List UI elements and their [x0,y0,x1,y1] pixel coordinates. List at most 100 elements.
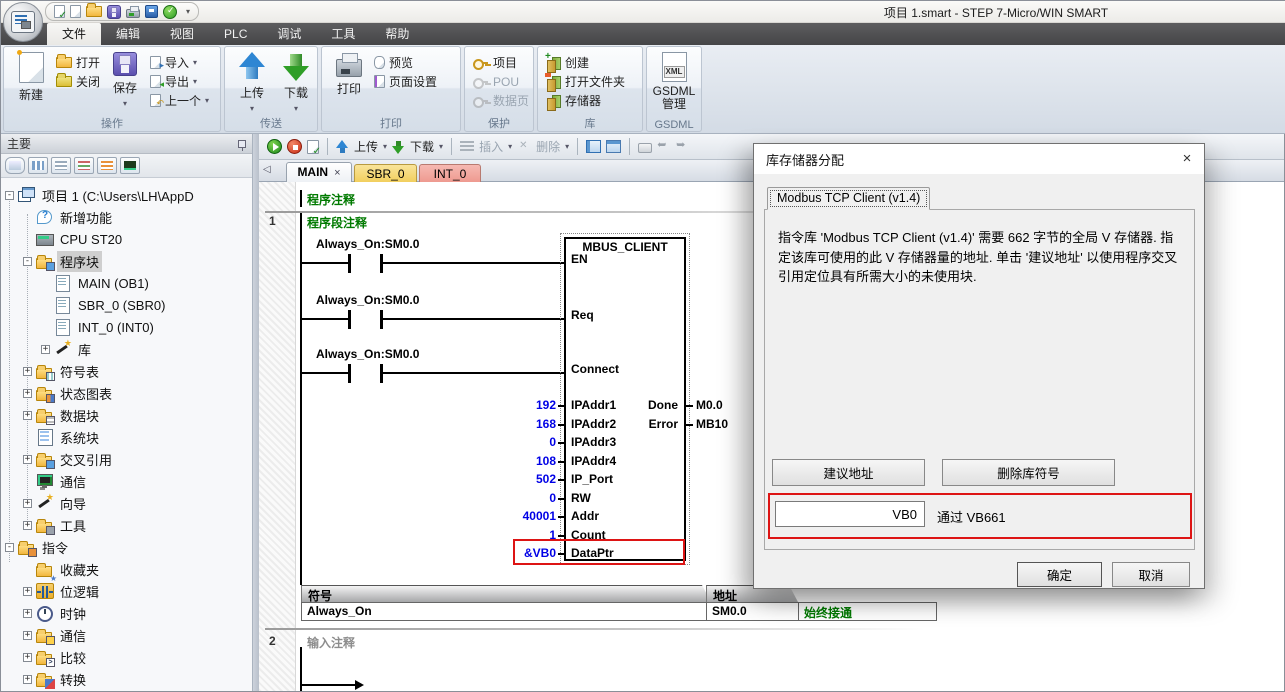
tree-item[interactable]: MAIN (OB1) [41,272,152,294]
contact-operand[interactable]: Always_On:SM0.0 [316,293,419,307]
upload-button[interactable]: 上传 ▾ [230,50,274,115]
view-project-icon[interactable] [5,157,25,174]
qat-customize-icon[interactable]: ▾ [186,7,190,16]
tree-expand-icon[interactable]: + [23,609,32,618]
tree-expand-icon[interactable]: + [23,389,32,398]
tree-item[interactable]: 通信 [23,470,89,492]
upload-icon[interactable] [336,140,349,154]
tree-expand-icon[interactable]: + [41,345,50,354]
tree-expand-icon[interactable]: + [23,367,32,376]
box-tool-icon[interactable] [638,143,652,153]
tree-item[interactable]: SBR_0 (SBR0) [41,294,168,316]
open-folder-icon[interactable] [86,6,102,17]
new-button[interactable]: 新建 [9,50,53,105]
redo-icon[interactable] [676,141,690,153]
info-icon[interactable] [145,5,158,18]
block-pin-value[interactable]: 108 [456,454,556,468]
preview-button[interactable]: 预览 [371,53,440,72]
undo-icon[interactable] [657,141,671,153]
tree-expand-icon[interactable]: + [23,455,32,464]
view-xref-icon[interactable] [97,157,117,174]
new-document-icon[interactable] [70,5,81,18]
network-comment[interactable]: 输入注释 [307,634,355,651]
compile-icon[interactable] [54,5,65,18]
menu-tab[interactable]: 帮助 [370,23,424,45]
block-pin-value[interactable]: 0 [456,491,556,505]
tree-collapse-icon[interactable]: - [23,257,32,266]
tree-expand-icon[interactable]: + [23,587,32,596]
app-menu-button[interactable] [3,2,43,42]
tree-item[interactable]: 系统块 [23,426,102,448]
tree-expand-icon[interactable]: + [23,653,32,662]
save-button[interactable]: 保存 ▾ [103,50,147,110]
block-pin-out-value[interactable]: MB10 [696,417,728,431]
pou-overview-icon[interactable] [606,140,621,153]
tree-item[interactable]: +符号表 [23,360,102,382]
tree-item[interactable]: +时钟 [23,602,89,624]
menu-tab[interactable]: 编辑 [101,23,155,45]
stop-icon[interactable] [287,139,302,154]
ok-button[interactable]: 确定 [1017,562,1102,587]
block-pin-out-value[interactable]: M0.0 [696,398,723,412]
export-button[interactable]: 导出▾ [147,72,212,91]
tree-item[interactable]: INT_0 (INT0) [41,316,157,338]
tree-item[interactable]: -项目 1 (C:\Users\LH\AppD [5,184,197,206]
tree-item[interactable]: +转换 [23,668,89,690]
pou-navigate-icon[interactable] [586,140,601,153]
download-button[interactable]: 下载 ▾ [274,50,318,115]
block-pin-value[interactable]: 192 [456,398,556,412]
protect-project-button[interactable]: 项目 [470,53,532,72]
tree-expand-icon[interactable]: + [23,521,32,530]
tree-expand-icon[interactable]: + [23,631,32,640]
download-label[interactable]: 下载 [410,138,434,155]
view-status-icon[interactable] [51,157,71,174]
tree-item[interactable]: 新增功能 [23,206,115,228]
import-button[interactable]: 导入▾ [147,53,212,72]
menu-tab[interactable]: PLC [209,23,262,45]
contact-bar[interactable] [348,364,351,383]
tree-item[interactable]: +库 [41,338,94,360]
suggest-address-button[interactable]: 建议地址 [772,459,925,486]
view-symbols-icon[interactable] [28,157,48,174]
tab-nav-left-icon[interactable]: ◁ [263,164,271,175]
close-button[interactable]: 关闭 [53,72,103,91]
download-icon[interactable] [392,140,405,154]
tree-item[interactable]: CPU ST20 [23,228,125,250]
gsdml-manage-button[interactable]: XML GSDML管理 [652,50,696,113]
tree-collapse-icon[interactable]: - [5,543,14,552]
contact-operand[interactable]: Always_On:SM0.0 [316,237,419,251]
menu-tab[interactable]: 工具 [316,23,370,45]
tree-collapse-icon[interactable]: - [5,191,14,200]
program-comment[interactable]: 程序注释 [307,191,355,208]
tree-item[interactable]: -指令 [5,536,71,558]
pin-icon[interactable] [238,140,246,148]
accept-icon[interactable] [163,5,177,19]
address-cell[interactable]: SM0.0 [706,602,799,621]
previous-button[interactable]: 上一个▾ [147,91,212,110]
symbol-column-header[interactable]: 符号 [301,585,711,602]
tree-item[interactable]: +状态图表 [23,382,115,404]
tab-close-icon[interactable]: × [334,167,340,179]
tree-item[interactable]: 收藏夹 [23,558,102,580]
tree-item[interactable]: +数据块 [23,404,102,426]
compile-icon[interactable] [307,140,319,154]
cancel-button[interactable]: 取消 [1112,562,1190,587]
view-data-icon[interactable] [74,157,94,174]
upload-label[interactable]: 上传 [354,138,378,155]
tree-expand-icon[interactable]: + [23,411,32,420]
editor-tab[interactable]: INT_0 [419,164,481,182]
page-setup-button[interactable]: 页面设置 [371,72,440,91]
editor-tab[interactable]: SBR_0 [354,164,417,182]
menu-tab[interactable]: 调试 [262,23,316,45]
delete-library-symbols-button[interactable]: 删除库符号 [942,459,1115,486]
menu-tab[interactable]: 视图 [155,23,209,45]
run-icon[interactable] [267,139,282,154]
symbol-cell[interactable]: Always_On [301,602,707,621]
print-icon[interactable] [126,9,140,18]
editor-tab[interactable]: MAIN× [286,162,352,182]
tree-item[interactable]: +>比较 [23,646,89,668]
block-pin-value[interactable]: 502 [456,472,556,486]
dialog-tab-modbus[interactable]: Modbus TCP Client (v1.4) [767,187,930,210]
contact-bar[interactable] [348,310,351,329]
dialog-close-icon[interactable]: × [1170,144,1204,174]
